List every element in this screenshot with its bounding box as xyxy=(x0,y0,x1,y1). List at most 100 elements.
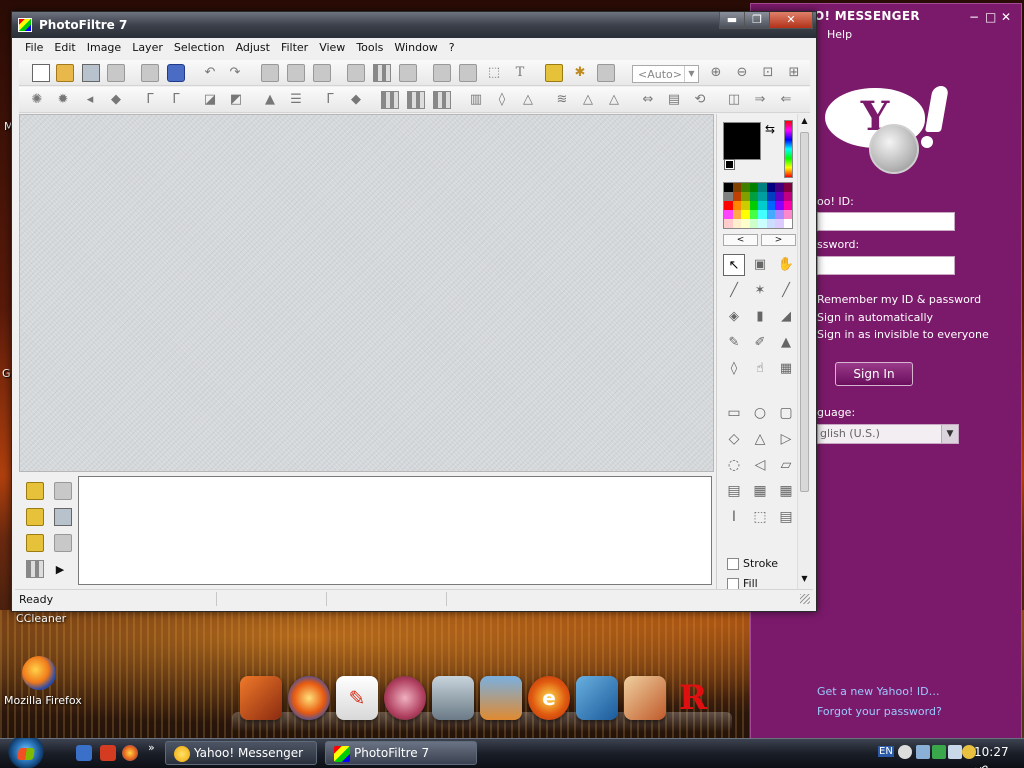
menu-tools[interactable]: Tools xyxy=(350,38,388,58)
zoom-out-icon[interactable]: ⊖ xyxy=(733,64,751,82)
eyedropper-tool-icon[interactable]: ╱ xyxy=(723,280,745,302)
copy-icon[interactable] xyxy=(261,64,279,82)
brightness-up-icon[interactable]: ✹ xyxy=(54,91,72,109)
triangle-icon[interactable]: △ xyxy=(579,91,597,109)
quicklaunch-app-icon[interactable] xyxy=(100,745,116,761)
right-triangle-shape-icon[interactable]: ▷ xyxy=(777,430,795,448)
blur-tool-icon[interactable]: ◊ xyxy=(723,358,745,380)
yahoo-id-input[interactable] xyxy=(817,212,955,231)
dock-firefox-icon[interactable] xyxy=(288,676,330,720)
rotate-right-icon[interactable]: ⇒ xyxy=(751,91,769,109)
menu-layer[interactable]: Layer xyxy=(126,38,168,58)
line-tool-icon[interactable]: ╱ xyxy=(775,280,797,302)
dock-pdf-icon[interactable]: ✎ xyxy=(336,676,378,720)
paste-new-icon[interactable] xyxy=(313,64,331,82)
tray-volume-icon[interactable] xyxy=(948,745,962,759)
dock-media-icon[interactable] xyxy=(240,676,282,720)
menu-window[interactable]: Window xyxy=(388,38,442,58)
explorer-content-area[interactable] xyxy=(78,476,712,585)
auto-contrast-icon[interactable]: ◆ xyxy=(347,91,365,109)
desktop-icon-ccleaner-label[interactable]: CCleaner xyxy=(16,612,66,625)
dock-r-icon[interactable]: R xyxy=(672,676,714,720)
resize-grip-icon[interactable] xyxy=(800,594,810,604)
menu-file[interactable]: File xyxy=(19,38,48,58)
flip-vertical-icon[interactable]: ▤ xyxy=(665,91,683,109)
menu-edit[interactable]: Edit xyxy=(48,38,80,58)
dock-display-icon[interactable] xyxy=(480,676,522,720)
flip-horizontal-icon[interactable]: ⇔ xyxy=(639,91,657,109)
fit-window-icon[interactable]: ⊞ xyxy=(785,64,803,82)
palette-prev-button[interactable]: < xyxy=(723,234,758,246)
desktop-icon-firefox-label[interactable]: Mozilla Firefox xyxy=(4,694,82,707)
yahoo-invisible-checkbox[interactable]: Sign in as invisible to everyone xyxy=(817,328,989,341)
menu-image[interactable]: Image xyxy=(81,38,126,58)
taskbar-yahoo-messenger[interactable]: Yahoo! Messenger xyxy=(165,741,317,765)
hue-bar[interactable] xyxy=(784,120,793,178)
swap-colors-icon[interactable]: ⇆ xyxy=(765,122,775,136)
menu-filter[interactable]: Filter xyxy=(275,38,313,58)
show-desktop-icon[interactable] xyxy=(76,745,92,761)
ratio-alt-shape-icon[interactable]: ▦ xyxy=(777,482,795,500)
rotate-left-icon[interactable]: ⇐ xyxy=(777,91,795,109)
finger-tool-icon[interactable]: ☝ xyxy=(749,358,771,380)
diamond-shape-icon[interactable]: ◇ xyxy=(725,430,743,448)
dock-recycle-bin-icon[interactable] xyxy=(432,676,474,720)
magic-wand-tool-icon[interactable]: ✶ xyxy=(749,280,771,302)
quicklaunch-firefox-icon[interactable] xyxy=(122,745,138,761)
mirror-icon[interactable]: ◫ xyxy=(725,91,743,109)
print-icon[interactable] xyxy=(141,64,159,82)
brush-tool-icon[interactable]: ✎ xyxy=(723,332,745,354)
palette-scrollbar[interactable]: ▲ ▼ xyxy=(797,114,810,589)
undo-icon[interactable]: ↶ xyxy=(201,64,219,82)
gamma-up-icon[interactable]: Γ xyxy=(167,91,185,109)
scan-icon[interactable] xyxy=(167,64,185,82)
tray-smiley-icon[interactable] xyxy=(898,745,912,759)
spray-tool-icon[interactable]: ▮ xyxy=(749,306,771,328)
firefox-icon[interactable] xyxy=(22,656,56,690)
ratio-shape-icon[interactable]: ▦ xyxy=(751,482,769,500)
quicklaunch-overflow-icon[interactable]: » xyxy=(148,741,155,754)
yahoo-menu-help[interactable]: Help xyxy=(827,28,852,41)
maximize-button[interactable]: ❐ xyxy=(744,12,770,29)
rectangle-shape-icon[interactable]: ▭ xyxy=(725,404,743,422)
folder-save-icon[interactable] xyxy=(54,508,72,526)
waves-icon[interactable]: ≋ xyxy=(553,91,571,109)
transparency-icon[interactable] xyxy=(373,64,391,82)
eraser-tool-icon[interactable]: ◢ xyxy=(775,306,797,328)
tray-network-icon[interactable] xyxy=(916,745,930,759)
explorer-icon[interactable] xyxy=(545,64,563,82)
pattern-icon[interactable] xyxy=(26,560,44,578)
yahoo-signin-button[interactable]: Sign In xyxy=(835,362,913,386)
grid-area-icon[interactable]: ▤ xyxy=(777,508,795,526)
workspace-canvas[interactable] xyxy=(19,114,714,472)
rotate-icon[interactable]: ⟲ xyxy=(691,91,709,109)
palette-next-button[interactable]: > xyxy=(761,234,796,246)
image-size-icon[interactable] xyxy=(433,64,451,82)
chevron-down-icon[interactable]: ▼ xyxy=(941,425,958,443)
scrollbar-thumb[interactable] xyxy=(800,132,809,492)
text-icon[interactable]: T xyxy=(511,64,529,82)
canvas-size-icon[interactable] xyxy=(459,64,477,82)
emboss-icon[interactable]: ▥ xyxy=(467,91,485,109)
clock[interactable]: 10:27 ص xyxy=(974,745,1024,768)
yahoo-remember-checkbox[interactable]: Remember my ID & password xyxy=(817,293,981,306)
histogram-icon[interactable]: ▲ xyxy=(261,91,279,109)
selection-icon[interactable] xyxy=(54,534,72,552)
hand-tool-icon[interactable]: ✋ xyxy=(775,254,797,276)
sharpen-icon[interactable] xyxy=(407,91,425,109)
tray-check-icon[interactable] xyxy=(932,745,946,759)
yahoo-get-id-link[interactable]: Get a new Yahoo! ID… xyxy=(817,685,940,698)
menu-view[interactable]: View xyxy=(313,38,350,58)
new-file-icon[interactable] xyxy=(32,64,50,82)
actual-size-icon[interactable]: ⊡ xyxy=(759,64,777,82)
yahoo-maximize-button[interactable]: □ xyxy=(985,10,996,24)
menu-adjust[interactable]: Adjust xyxy=(230,38,275,58)
menu-selection[interactable]: Selection xyxy=(168,38,230,58)
cutout-icon[interactable] xyxy=(399,64,417,82)
select-area-icon[interactable]: ⬚ xyxy=(751,508,769,526)
advanced-brush-tool-icon[interactable]: ✐ xyxy=(749,332,771,354)
saturation-down-icon[interactable]: ◪ xyxy=(201,91,219,109)
auto-levels-icon[interactable]: Γ xyxy=(321,91,339,109)
stamp-tool-icon[interactable]: ▲ xyxy=(775,332,797,354)
contrast-up-icon[interactable]: ◆ xyxy=(107,91,125,109)
